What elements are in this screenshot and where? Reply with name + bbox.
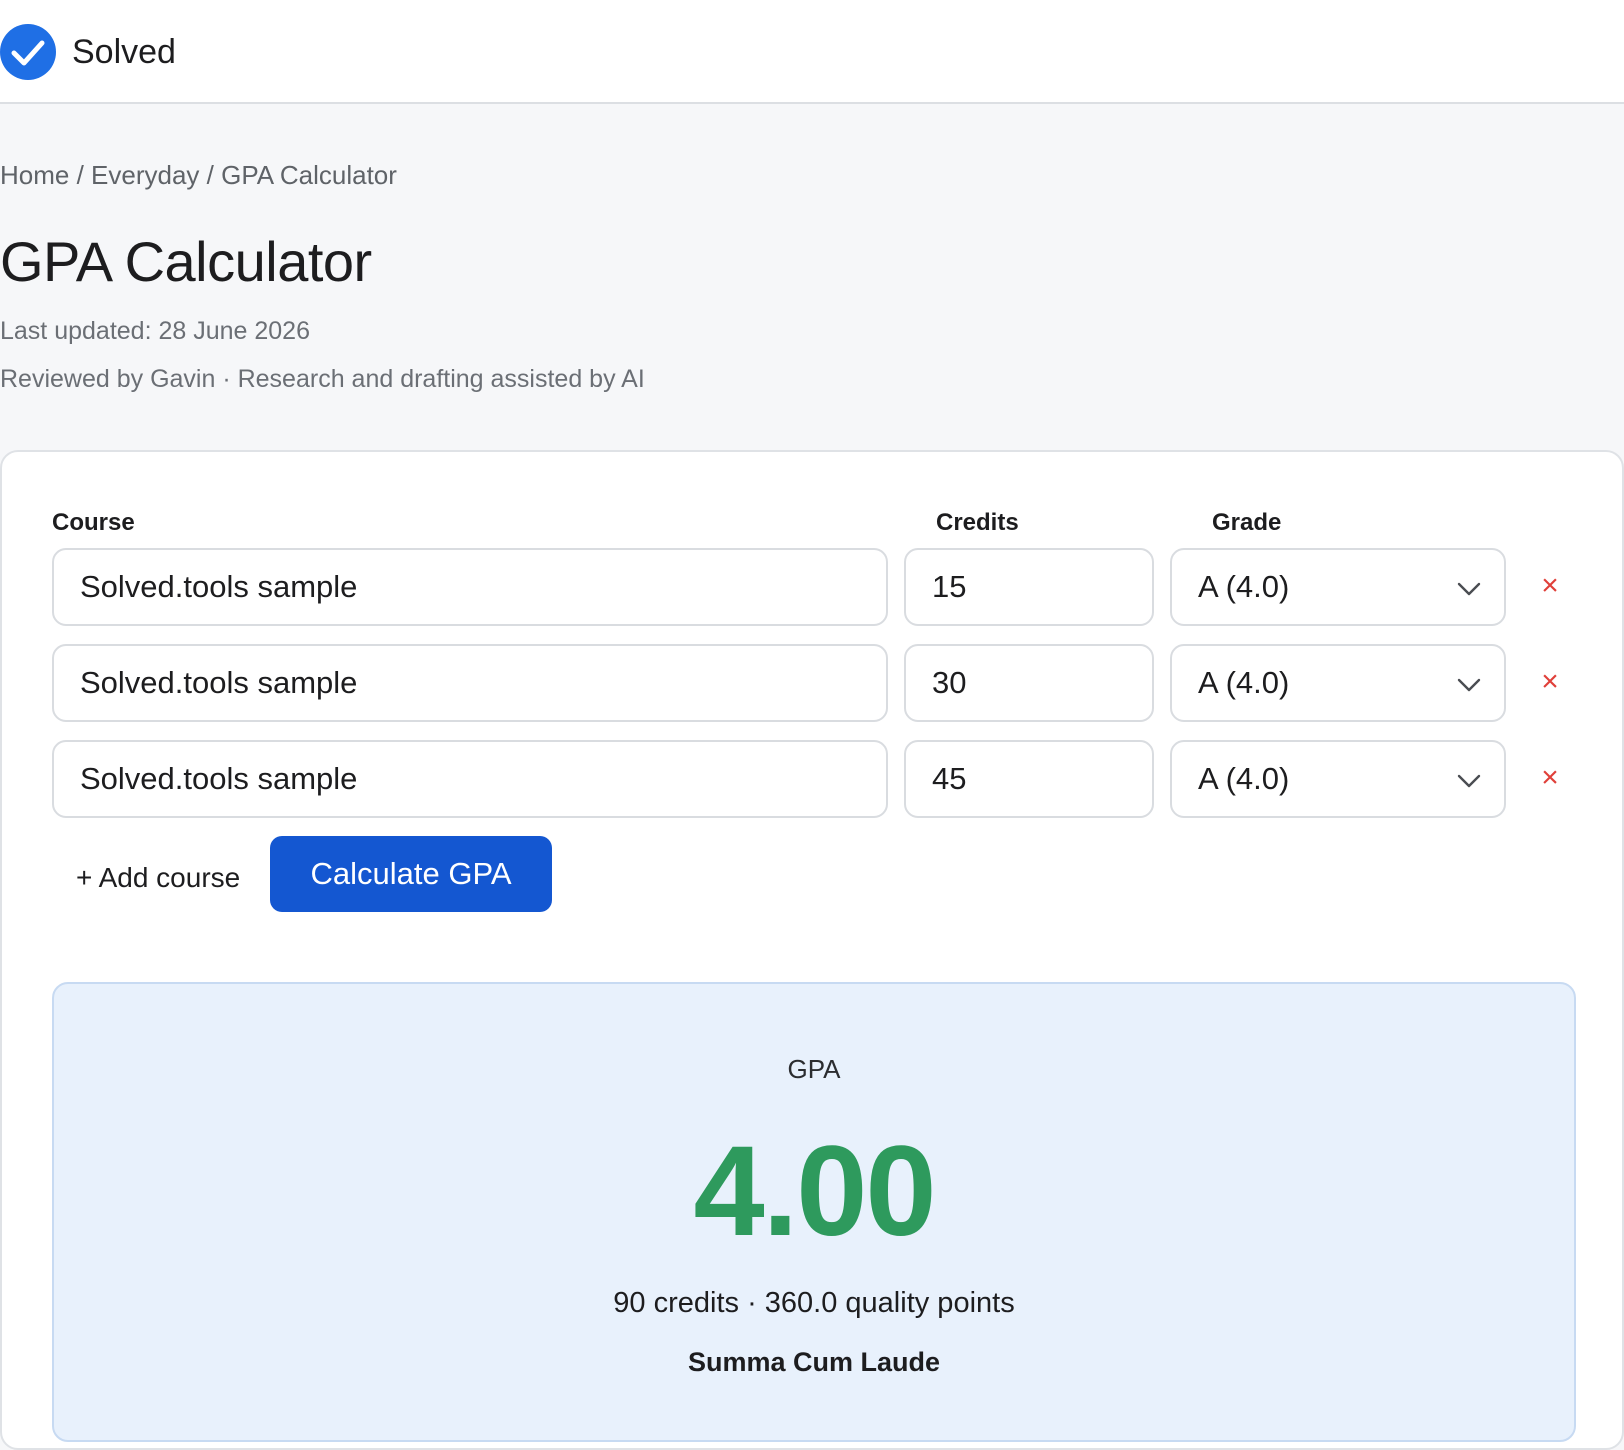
credits-column-label: Credits — [936, 509, 1019, 536]
credits-input[interactable] — [904, 548, 1154, 626]
gpa-result-value: 4.00 — [693, 1120, 936, 1263]
chevron-down-icon — [1457, 582, 1481, 596]
chevron-down-icon — [1457, 774, 1481, 788]
grade-select[interactable]: A (4.0) — [1170, 644, 1506, 722]
gpa-result-detail: 90 credits · 360.0 quality points — [613, 1287, 1015, 1319]
review-credit: Reviewed by Gavin · Research and draftin… — [0, 365, 645, 393]
last-updated: Last updated: 28 June 2026 — [0, 317, 310, 345]
grade-column-label: Grade — [1212, 509, 1282, 536]
brand-name[interactable]: Solved — [72, 30, 176, 74]
credits-input[interactable] — [904, 740, 1154, 818]
grade-select[interactable]: A (4.0) — [1170, 740, 1506, 818]
check-circle-icon[interactable] — [0, 24, 56, 80]
course-row: A (4.0) × — [2, 548, 1624, 628]
course-column-label: Course — [52, 509, 135, 536]
gpa-honor-label: Summa Cum Laude — [687, 1347, 941, 1377]
calculate-gpa-button[interactable]: Calculate GPA — [270, 836, 552, 912]
breadcrumb-everyday[interactable]: Everyday — [91, 160, 199, 190]
course-name-input[interactable] — [52, 644, 888, 722]
course-name-input[interactable] — [52, 740, 888, 818]
gpa-result-label: GPA — [787, 1054, 841, 1084]
remove-course-button[interactable]: × — [1534, 758, 1566, 798]
top-header: Solved — [0, 0, 1624, 104]
course-row: A (4.0) × — [2, 644, 1624, 724]
remove-course-button[interactable]: × — [1534, 662, 1566, 702]
breadcrumb-separator: / — [69, 160, 92, 190]
course-name-input[interactable] — [52, 548, 888, 626]
chevron-down-icon — [1457, 678, 1481, 692]
breadcrumb-current: GPA Calculator — [221, 160, 397, 190]
breadcrumb-home[interactable]: Home — [0, 160, 69, 190]
gpa-result-panel: GPA 4.00 90 credits · 360.0 quality poin… — [52, 982, 1576, 1442]
add-course-button[interactable]: + Add course — [76, 860, 240, 896]
credits-input[interactable] — [904, 644, 1154, 722]
course-row: A (4.0) × — [2, 740, 1624, 820]
breadcrumb-separator: / — [199, 160, 222, 190]
remove-course-button[interactable]: × — [1534, 566, 1566, 606]
calculator-card: Course Credits Grade A (4.0) × A (4.0) ×… — [0, 450, 1624, 1450]
grade-select[interactable]: A (4.0) — [1170, 548, 1506, 626]
page-title: GPA Calculator — [0, 230, 372, 293]
breadcrumb: Home / Everyday / GPA Calculator — [0, 158, 397, 192]
